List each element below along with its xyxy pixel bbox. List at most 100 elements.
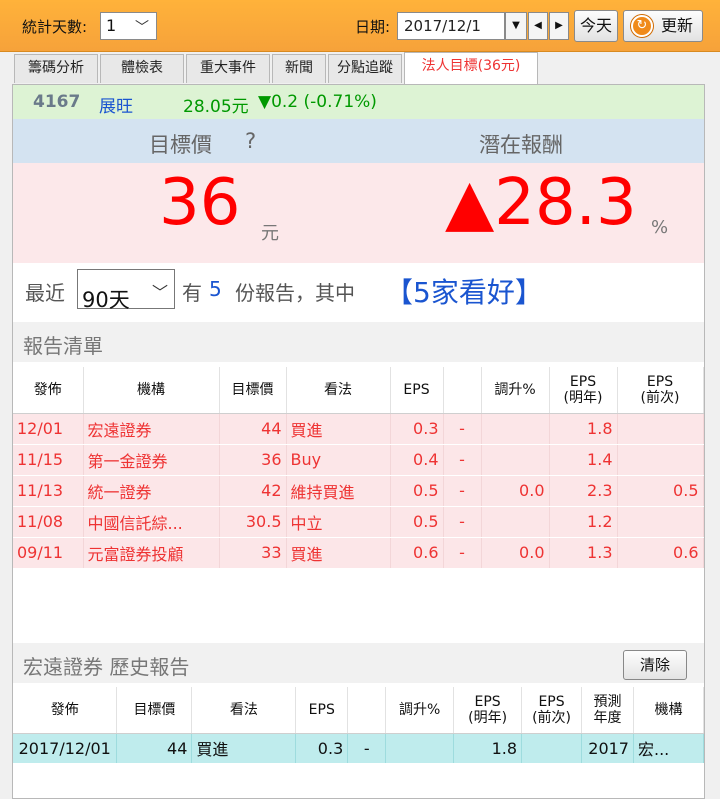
col-header[interactable]: EPS (明年): [549, 367, 618, 414]
days-label: 統計天數:: [22, 18, 88, 36]
period-value: 90天: [82, 288, 130, 312]
col-header[interactable]: EPS: [295, 687, 349, 734]
cell-eps-next: 1.4: [549, 444, 618, 476]
col-header[interactable]: [347, 687, 387, 734]
cell-eps: 0.3: [295, 733, 349, 764]
filter-prefix: 最近: [25, 281, 65, 305]
cell-rating: Buy: [286, 444, 391, 476]
col-header[interactable]: 調升%: [385, 687, 455, 734]
cell-target: 36: [219, 444, 287, 476]
cell-rating: 買進: [286, 413, 391, 445]
col-header[interactable]: EPS: [390, 367, 444, 414]
cell-eps-next: 1.2: [549, 506, 618, 538]
stock-quote-row: 4167 展旺 28.05元 ▼0.2 (-0.71%): [13, 85, 704, 119]
cell-date: 11/08: [13, 506, 84, 538]
report-table-header: 發佈 機構 目標價 看法 EPS 調升% EPS (明年) EPS (前次): [13, 367, 704, 414]
period-select[interactable]: 90天 ﹀: [77, 269, 175, 312]
cell-flag: -: [443, 475, 482, 507]
refresh-button[interactable]: ↻ 更新: [623, 10, 703, 42]
date-input[interactable]: 2017/12/1: [397, 12, 505, 40]
col-header[interactable]: [443, 367, 482, 414]
today-label: 今天: [579, 16, 612, 35]
date-next-icon[interactable]: ▶: [549, 12, 569, 40]
col-header[interactable]: 機構: [633, 687, 705, 734]
chevron-down-icon: ﹀: [135, 20, 149, 36]
cell-upgrade: [481, 444, 550, 476]
tab-label: 新聞: [285, 60, 313, 76]
cell-date: 11/13: [13, 475, 84, 507]
tab-label: 分點追蹤: [337, 60, 393, 76]
tab-label: 法人目標(36元): [421, 58, 521, 74]
cell-eps-prev: [617, 506, 704, 538]
cell-flag: -: [443, 444, 482, 476]
stock-name[interactable]: 展旺: [99, 92, 133, 117]
table-row[interactable]: 11/13 統一證券 42 維持買進 0.5 - 0.0 2.3 0.5: [13, 475, 704, 507]
cell-rating: 買進: [191, 733, 297, 764]
help-icon[interactable]: ?: [245, 129, 256, 153]
table-row[interactable]: 2017/12/01 44 買進 0.3 - 1.8 2017 宏...: [13, 733, 705, 764]
cell-date: 09/11: [13, 537, 84, 569]
cell-upgrade: [481, 413, 550, 445]
cell-upgrade: [385, 733, 455, 764]
cell-date: 12/01: [13, 413, 84, 445]
target-price-label: 目標價: [149, 133, 212, 157]
report-list-title: 報告清單: [13, 322, 704, 362]
refresh-icon: ↻: [631, 15, 653, 37]
potential-return-value: ▲28.3: [445, 166, 637, 240]
col-header[interactable]: 發佈: [13, 367, 84, 414]
stock-price: 28.05元: [183, 97, 249, 117]
clear-button[interactable]: 清除: [623, 650, 687, 680]
cell-broker: 元富證券投顧: [83, 537, 220, 569]
cell-flag: -: [443, 506, 482, 538]
summary-values: 36 元 ▲28.3 %: [13, 163, 704, 263]
stock-code: 4167: [33, 92, 81, 112]
today-button[interactable]: 今天: [574, 10, 618, 42]
col-header[interactable]: 目標價: [219, 367, 287, 414]
col-header[interactable]: 目標價: [116, 687, 193, 734]
col-header[interactable]: 看法: [286, 367, 391, 414]
table-row[interactable]: 12/01 宏遠證券 44 買進 0.3 - 1.8: [13, 413, 704, 445]
cell-eps-prev: 0.5: [617, 475, 704, 507]
days-value: 1: [106, 16, 117, 35]
cell-eps: 0.3: [390, 413, 444, 445]
cell-forecast-year: 2017: [581, 733, 634, 764]
col-header[interactable]: EPS (前次): [521, 687, 582, 734]
tab-institutional-target[interactable]: 法人目標(36元): [404, 52, 538, 84]
cell-eps-prev: [617, 444, 704, 476]
clear-label: 清除: [639, 656, 670, 674]
bullish-count: 【5家看好】: [385, 276, 543, 309]
cell-flag: -: [443, 413, 482, 445]
cell-eps: 0.5: [390, 475, 444, 507]
days-select[interactable]: 1 ﹀: [100, 12, 157, 40]
col-header[interactable]: EPS (前次): [617, 367, 704, 414]
col-header[interactable]: 預測 年度: [581, 687, 634, 734]
table-row[interactable]: 11/08 中國信託綜... 30.5 中立 0.5 - 1.2: [13, 506, 704, 538]
tab-health-check[interactable]: 體檢表: [100, 54, 184, 83]
report-count: 5: [209, 277, 222, 301]
filter-has: 有: [182, 281, 202, 305]
col-header[interactable]: 調升%: [481, 367, 550, 414]
date-dropdown-icon[interactable]: ▼: [505, 12, 527, 40]
tab-branch-tracking[interactable]: 分點追蹤: [328, 54, 402, 83]
tab-chip-analysis[interactable]: 籌碼分析: [14, 54, 98, 83]
col-header[interactable]: 看法: [191, 687, 297, 734]
table-row[interactable]: 11/15 第一金證券 36 Buy 0.4 - 1.4: [13, 444, 704, 476]
table-row[interactable]: 09/11 元富證券投顧 33 買進 0.6 - 0.0 1.3 0.6: [13, 537, 704, 569]
potential-return-unit: %: [651, 217, 669, 238]
summary-header: 目標價 ? 潛在報酬: [13, 119, 704, 163]
date-prev-icon[interactable]: ◀: [528, 12, 548, 40]
cell-broker: 中國信託綜...: [83, 506, 220, 538]
history-title: 宏遠證券 歷史報告: [13, 643, 704, 683]
cell-broker: 統一證券: [83, 475, 220, 507]
cell-eps-prev: [521, 733, 582, 764]
col-header[interactable]: 發佈: [13, 687, 118, 734]
cell-eps-next: 1.8: [549, 413, 618, 445]
cell-eps-next: 1.3: [549, 537, 618, 569]
cell-eps-next: 2.3: [549, 475, 618, 507]
col-header[interactable]: EPS (明年): [453, 687, 523, 734]
col-header[interactable]: 機構: [83, 367, 220, 414]
tab-news[interactable]: 新聞: [272, 54, 326, 83]
cell-target: 30.5: [219, 506, 287, 538]
tab-major-events[interactable]: 重大事件: [186, 54, 270, 83]
cell-target: 44: [219, 413, 287, 445]
